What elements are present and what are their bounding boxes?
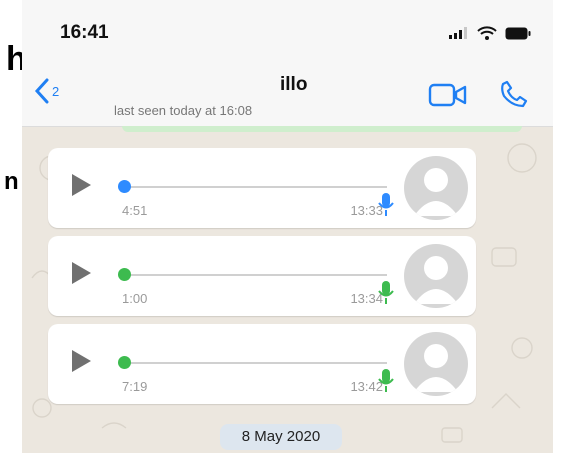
voice-duration: 4:51 (122, 203, 148, 218)
audio-progress-track[interactable] (124, 186, 387, 188)
wifi-icon (477, 26, 497, 40)
phone-screen: 16:41 2 illo last seen today at 16:08 4:… (22, 0, 553, 453)
chat-header: 2 illo last seen today at 16:08 (22, 60, 553, 127)
default-avatar-icon (414, 344, 458, 392)
back-button[interactable]: 2 (34, 78, 59, 104)
audio-scrubber[interactable] (118, 180, 131, 193)
voice-message-bubble[interactable]: 4:51 13:33 (48, 148, 476, 228)
audio-progress-track[interactable] (124, 274, 387, 276)
contact-name[interactable]: illo (280, 74, 307, 96)
voice-duration: 7:19 (122, 379, 148, 394)
status-icons (449, 26, 531, 40)
chevron-left-icon (34, 78, 49, 104)
audio-scrubber[interactable] (118, 268, 131, 281)
unread-count: 2 (52, 83, 60, 99)
microphone-icon (378, 369, 394, 392)
audio-progress-track[interactable] (124, 362, 387, 364)
avatar (404, 244, 468, 308)
battery-icon (505, 27, 531, 39)
phone-call-icon[interactable] (498, 78, 530, 110)
cellular-signal-icon (449, 27, 467, 39)
previous-message-edge (122, 126, 522, 132)
play-icon[interactable] (72, 174, 91, 196)
play-icon[interactable] (72, 350, 91, 372)
avatar (404, 332, 468, 396)
play-icon[interactable] (72, 262, 91, 284)
avatar (404, 156, 468, 220)
default-avatar-icon (414, 256, 458, 304)
microphone-icon (378, 193, 394, 216)
microphone-icon (378, 281, 394, 304)
voice-message-bubble[interactable]: 7:19 13:42 (48, 324, 476, 404)
default-avatar-icon (414, 168, 458, 216)
video-call-icon[interactable] (428, 82, 468, 108)
audio-scrubber[interactable] (118, 356, 131, 369)
voice-message-bubble[interactable]: 1:00 13:34 (48, 236, 476, 316)
cropped-text-fragment: n (4, 168, 19, 195)
status-time: 16:41 (60, 22, 109, 43)
last-seen-status: last seen today at 16:08 (114, 103, 253, 118)
voice-duration: 1:00 (122, 291, 148, 306)
date-separator: 8 May 2020 (220, 424, 342, 450)
status-bar: 16:41 (22, 0, 553, 60)
